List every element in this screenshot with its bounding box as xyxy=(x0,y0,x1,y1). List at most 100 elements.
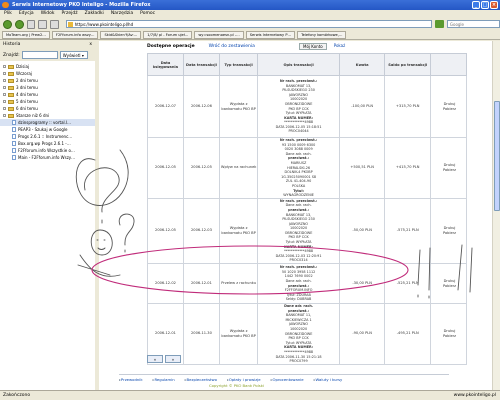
history-item-label: F2Fforum.info Wszystkie o… xyxy=(18,148,75,153)
page-content: Dostępne operacje Wróć do zestawienia Mó… xyxy=(99,41,492,390)
scrollbar-thumb[interactable] xyxy=(494,101,500,211)
menu-file[interactable]: Plik xyxy=(4,10,12,18)
col-description: Opis transakcji xyxy=(257,53,340,76)
download-link[interactable]: Pobierz xyxy=(433,231,466,236)
description-line: PROC04044 xyxy=(288,129,309,134)
address-bar[interactable]: https://www.pkointeligo.pl/hd xyxy=(65,20,433,28)
history-item[interactable]: Wczoraj xyxy=(0,70,95,77)
booking-date-cell: 2006-12-05 xyxy=(147,197,184,265)
footer-link[interactable]: Waluty i kursy xyxy=(314,377,343,382)
folder-icon xyxy=(8,113,14,118)
actions-cell: Drukuj Pobierz xyxy=(429,75,468,138)
download-link[interactable]: Pobierz xyxy=(433,334,466,339)
type-cell: Wpływ na rachunek xyxy=(218,137,259,199)
search-box[interactable]: Google xyxy=(446,20,500,28)
col-actions xyxy=(429,53,468,76)
bookmark-item[interactable]: F2Fforum.info wszy… xyxy=(51,30,99,39)
history-item[interactable]: Progs 2.6.1 :: Instrumenc… xyxy=(0,133,95,140)
folder-icon xyxy=(8,106,14,111)
go-button-icon[interactable] xyxy=(435,20,444,28)
menu-bookmarks[interactable]: Zakładki xyxy=(85,10,104,18)
expand-icon[interactable] xyxy=(3,107,6,110)
operations-table: Data księgowania Data transakcji Typ tra… xyxy=(147,53,468,365)
history-item[interactable]: dzinsprogramy :: vortal.l… xyxy=(0,119,95,126)
footer-link[interactable]: Regulamin xyxy=(153,377,174,382)
footer-link[interactable]: Opłaty i prowizje xyxy=(227,377,261,382)
history-item[interactable]: F2Fforum.info Wszystkie o… xyxy=(0,147,95,154)
forward-button-icon[interactable] xyxy=(14,19,24,29)
history-item[interactable]: Dzisiaj xyxy=(0,63,95,70)
history-item[interactable]: 5 dni temu xyxy=(0,98,95,105)
prev-page-button[interactable]: « xyxy=(147,355,163,363)
history-list: Dzisiaj Wczoraj 2 dni temu 3 dni temu 4 dni … xyxy=(0,61,95,161)
type-cell: Wypłata z bankomatu PKO BP xyxy=(218,197,259,265)
account-select[interactable]: Mój Konto xyxy=(299,43,327,50)
back-button-icon[interactable] xyxy=(3,19,12,29)
stop-button-icon[interactable] xyxy=(38,19,47,29)
minimize-button[interactable]: _ xyxy=(472,1,480,9)
history-sidebar: Historia x Znajdź: Wyświetl ▾ Dzisiaj Wcz… xyxy=(0,41,97,390)
vertical-scrollbar[interactable] xyxy=(492,41,500,390)
footer-link[interactable]: Oprocentowanie xyxy=(271,377,304,382)
bookmark-item[interactable]: Skid&Skien'f/Av:… xyxy=(100,30,142,39)
bookmark-item[interactable]: 1/7/8/ pl - Forum ujeł… xyxy=(143,30,193,39)
expand-icon[interactable] xyxy=(3,72,6,75)
history-item[interactable]: 6 dni temu xyxy=(0,105,95,112)
expand-icon[interactable] xyxy=(3,79,6,82)
footer-link[interactable]: Bezpieczeństwo xyxy=(185,377,217,382)
history-item[interactable]: 4 dni temu xyxy=(0,91,95,98)
balance-cell: +415,70 PLN xyxy=(384,137,431,199)
back-to-summary-link[interactable]: Wróć do zestawienia xyxy=(209,43,255,51)
home-button-icon[interactable] xyxy=(50,19,59,29)
expand-icon[interactable] xyxy=(3,86,6,89)
menu-help[interactable]: Pomoc xyxy=(140,10,155,18)
bookmark-item[interactable]: Telefony komórkowe,… xyxy=(297,30,347,39)
download-link[interactable]: Pobierz xyxy=(433,168,466,173)
history-item-label: 3 dni temu xyxy=(16,85,38,90)
actions-cell: Drukuj Pobierz xyxy=(429,137,468,199)
folder-icon xyxy=(8,99,14,104)
table-row: 2006-12-07 2006-12-06 Wypłata z bankomatu … xyxy=(147,75,468,138)
expand-icon[interactable] xyxy=(3,114,6,117)
history-item[interactable]: 2 dni temu xyxy=(0,77,95,84)
bookmark-item[interactable]: wy=soomenoesn.pl -… xyxy=(194,30,244,39)
actions-cell: Drukuj Pobierz xyxy=(429,197,468,265)
folder-icon xyxy=(8,64,14,69)
bookmark-item[interactable]: Serwis Internetowy P… xyxy=(245,30,296,39)
sidebar-search-input[interactable] xyxy=(21,51,58,59)
history-item[interactable]: Starsze niż 6 dni xyxy=(0,112,95,119)
menu-view[interactable]: Widok xyxy=(41,10,55,18)
history-item[interactable]: Main - F2Fforum.info Wszy… xyxy=(0,154,95,161)
menu-go[interactable]: Przejdź xyxy=(62,10,78,18)
history-item[interactable]: PEAP3 - Szukaj w Google xyxy=(0,126,95,133)
close-window-button[interactable]: × xyxy=(490,1,498,9)
balance-cell: -525,21 PLN xyxy=(384,263,431,305)
maximize-button[interactable]: □ xyxy=(481,1,489,9)
actions-cell: Drukuj Pobierz xyxy=(429,263,468,305)
expand-icon[interactable] xyxy=(3,93,6,96)
reload-button-icon[interactable] xyxy=(26,19,36,29)
menu-edit[interactable]: Edycja xyxy=(19,10,34,18)
download-link[interactable]: Pobierz xyxy=(433,107,466,112)
download-link[interactable]: Pobierz xyxy=(433,284,466,289)
history-item-label: 2 dni temu xyxy=(16,78,38,83)
sidebar-view-select[interactable]: Wyświetl ▾ xyxy=(59,51,88,59)
sidebar-close-icon[interactable]: x xyxy=(89,41,92,49)
history-item[interactable]: Box.org.wp Progs 2.6.1 -… xyxy=(0,140,95,147)
history-item-label: 6 dni temu xyxy=(16,106,38,111)
history-item-label: 4 dni temu xyxy=(16,92,38,97)
next-page-button[interactable]: » xyxy=(165,355,181,363)
balance-cell: -575,21 PLN xyxy=(384,197,431,265)
show-link[interactable]: Pokaż xyxy=(331,43,349,50)
page-icon xyxy=(12,120,16,125)
account-tabs: Mój Konto Pokaż xyxy=(299,43,348,50)
table-row: 2006-12-01 2006-11-30 Wypłata z bankomatu … xyxy=(147,303,468,365)
history-item[interactable]: 3 dni temu xyxy=(0,84,95,91)
bookmark-item[interactable]: MoTeam.org | Prew2… xyxy=(2,30,50,39)
expand-icon[interactable] xyxy=(3,65,6,68)
expand-icon[interactable] xyxy=(3,100,6,103)
menu-tools[interactable]: Narzędzia xyxy=(111,10,133,18)
table-row: 2006-12-02 2006-12-01 Przelew z rachunku Nr… xyxy=(147,263,468,305)
footer-link[interactable]: Przewodnik xyxy=(119,377,143,382)
description-cell: Nr rach. przeciwst.: 93 1500 0009 6300 002… xyxy=(257,137,340,199)
